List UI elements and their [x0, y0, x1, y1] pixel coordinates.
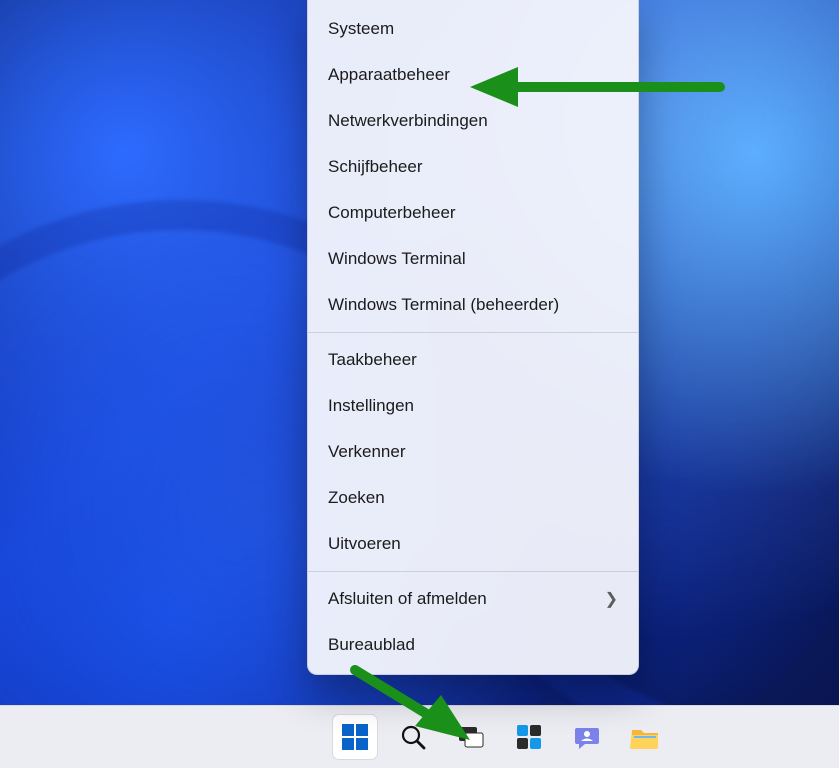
menu-item-label: Afsluiten of afmelden: [328, 589, 487, 609]
menu-item-label: Verkenner: [328, 442, 406, 462]
menu-item-label: Netwerkverbindingen: [328, 111, 488, 131]
chat-icon: [573, 723, 601, 751]
menu-item-label: Systeem: [328, 19, 394, 39]
menu-item-schijfbeheer[interactable]: Schijfbeheer: [308, 144, 638, 190]
menu-separator: [308, 571, 638, 572]
menu-item-afsluiten[interactable]: Afsluiten of afmelden ❯: [308, 576, 638, 622]
explorer-button[interactable]: [623, 715, 667, 759]
menu-item-windows-terminal-admin[interactable]: Windows Terminal (beheerder): [308, 282, 638, 328]
menu-item-verkenner[interactable]: Verkenner: [308, 429, 638, 475]
widgets-icon: [515, 723, 543, 751]
menu-item-label: Uitvoeren: [328, 534, 401, 554]
menu-item-label: Instellingen: [328, 396, 414, 416]
menu-item-bureaublad[interactable]: Bureaublad: [308, 622, 638, 668]
menu-item-uitvoeren[interactable]: Uitvoeren: [308, 521, 638, 567]
menu-item-netwerkverbindingen[interactable]: Netwerkverbindingen: [308, 98, 638, 144]
search-icon: [400, 724, 426, 750]
menu-item-apparaatbeheer[interactable]: Apparaatbeheer: [308, 52, 638, 98]
menu-item-systeem[interactable]: Systeem: [308, 6, 638, 52]
menu-item-windows-terminal[interactable]: Windows Terminal: [308, 236, 638, 282]
folder-icon: [630, 724, 660, 750]
menu-item-taakbeheer[interactable]: Taakbeheer: [308, 337, 638, 383]
taskview-button[interactable]: [449, 715, 493, 759]
taskview-icon: [457, 723, 485, 751]
menu-separator: [308, 332, 638, 333]
menu-item-label: Apparaatbeheer: [328, 65, 450, 85]
menu-item-instellingen[interactable]: Instellingen: [308, 383, 638, 429]
chat-button[interactable]: [565, 715, 609, 759]
search-button[interactable]: [391, 715, 435, 759]
menu-item-label: Windows Terminal (beheerder): [328, 295, 559, 315]
menu-item-label: Computerbeheer: [328, 203, 456, 223]
menu-item-label: Schijfbeheer: [328, 157, 423, 177]
menu-item-label: Windows Terminal: [328, 249, 466, 269]
menu-item-label: Taakbeheer: [328, 350, 417, 370]
menu-item-label: Zoeken: [328, 488, 385, 508]
menu-item-computerbeheer[interactable]: Computerbeheer: [308, 190, 638, 236]
widgets-button[interactable]: [507, 715, 551, 759]
chevron-right-icon: ❯: [605, 589, 618, 609]
menu-item-label: Bureaublad: [328, 635, 415, 655]
menu-item-zoeken[interactable]: Zoeken: [308, 475, 638, 521]
windows-logo-icon: [342, 724, 368, 750]
start-button[interactable]: [333, 715, 377, 759]
winx-context-menu: Systeem Apparaatbeheer Netwerkverbinding…: [307, 0, 639, 675]
taskbar: [0, 705, 839, 768]
